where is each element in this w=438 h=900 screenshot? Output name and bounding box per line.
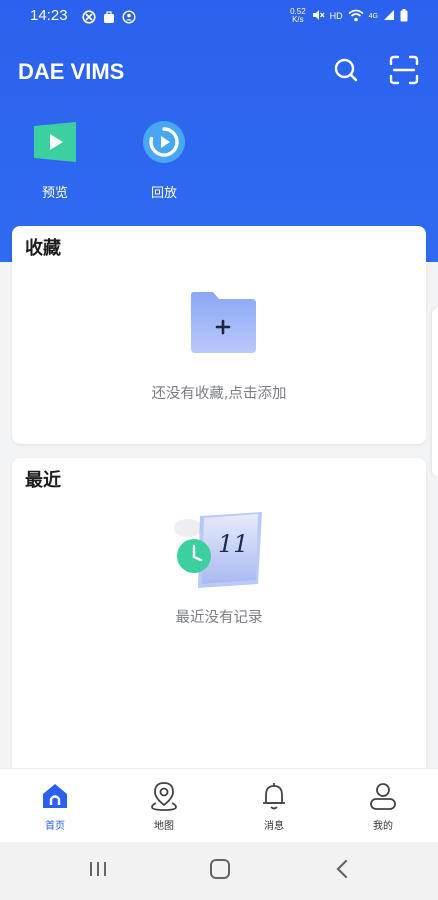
favorites-title: 收藏 <box>25 238 61 259</box>
status-time: 14:23 <box>30 7 68 24</box>
nav-profile[interactable]: 我的 <box>348 781 418 832</box>
app-title: DAE VIMS <box>18 59 125 84</box>
calendar-clock-icon: 11 <box>166 510 266 594</box>
nav-home[interactable]: 首页 <box>20 781 90 832</box>
wifi-icon <box>348 9 364 24</box>
quick-action-label: 预览 <box>41 186 68 201</box>
replay-icon <box>140 118 188 166</box>
nav-map[interactable]: 地图 <box>129 781 199 832</box>
network-type: 4G <box>368 12 378 20</box>
home-square-icon <box>209 858 231 884</box>
play-icon <box>31 118 79 166</box>
nav-label: 我的 <box>373 821 393 832</box>
home-icon <box>40 784 70 815</box>
calendar-day-label: 11 <box>218 530 249 558</box>
recent-title: 最近 <box>25 470 61 491</box>
side-drawer-handle[interactable] <box>432 308 438 476</box>
recent-empty-text: 最近没有记录 <box>175 610 263 626</box>
bottom-nav: 首页 地图 消息 我的 <box>0 768 438 843</box>
favorites-card: 收藏 还没有收藏,点击添加 <box>12 226 426 444</box>
mute-icon <box>311 8 325 24</box>
status-bar: 14:23 0.52 K/s HD 4G <box>0 0 438 32</box>
nav-label: 地图 <box>154 821 174 832</box>
favorites-empty-text[interactable]: 还没有收藏,点击添加 <box>12 382 426 403</box>
quick-action-preview[interactable]: 预览 <box>25 118 85 201</box>
briefcase-icon <box>102 9 116 28</box>
hd-indicator: HD <box>329 11 343 21</box>
user-icon <box>368 783 398 815</box>
recent-apps-icon <box>88 860 108 882</box>
quick-action-replay[interactable]: 回放 <box>134 118 194 201</box>
system-nav-bar <box>0 842 438 900</box>
nav-label: 消息 <box>264 821 284 832</box>
search-button[interactable] <box>330 56 362 88</box>
nav-label: 首页 <box>45 821 65 832</box>
recent-card: 最近 11 最近没有记录 <box>12 458 426 778</box>
add-folder-icon[interactable] <box>189 291 259 353</box>
nav-messages[interactable]: 消息 <box>239 781 309 832</box>
bell-icon <box>259 783 289 815</box>
scan-button[interactable] <box>388 55 420 89</box>
back-system-button[interactable] <box>322 856 362 886</box>
map-pin-icon <box>149 782 179 815</box>
recent-apps-button[interactable] <box>78 856 118 886</box>
scan-icon <box>389 55 419 89</box>
home-system-button[interactable] <box>200 856 240 886</box>
back-chevron-icon <box>335 858 349 884</box>
no-disturb-icon <box>82 9 96 28</box>
account-icon <box>122 9 136 28</box>
quick-action-label: 回放 <box>150 186 177 201</box>
signal-icon <box>383 9 395 23</box>
battery-icon <box>400 8 408 24</box>
net-speed-unit: K/s <box>292 15 304 24</box>
search-icon <box>333 57 359 87</box>
